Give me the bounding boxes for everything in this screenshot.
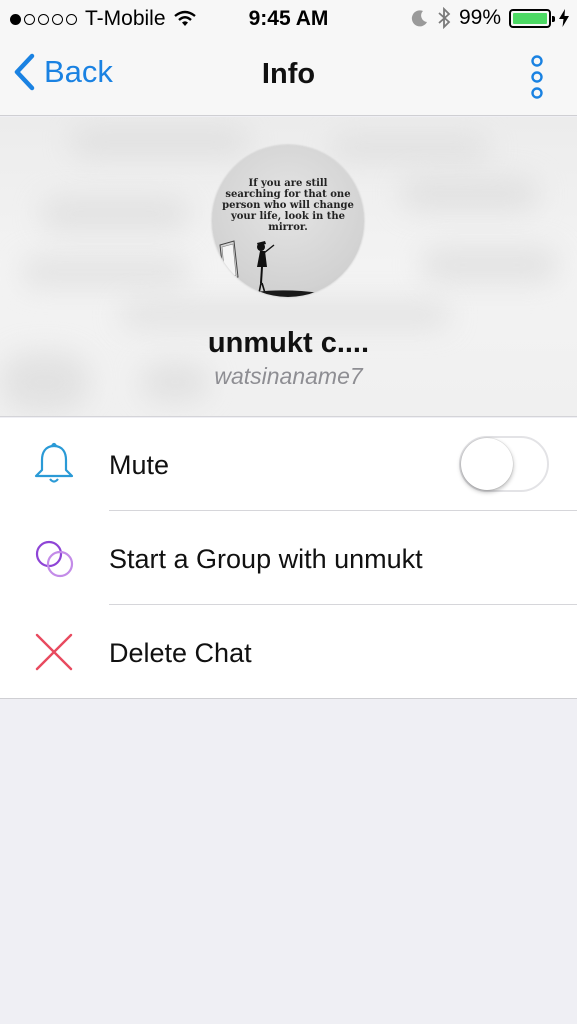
delete-chat-row[interactable]: Delete Chat <box>0 606 577 699</box>
profile-name: unmukt c.... <box>207 327 370 359</box>
delete-chat-label: Delete Chat <box>109 638 252 668</box>
screen: T-Mobile 9:45 AM 99% Back Info If you ar… <box>0 0 577 1024</box>
charging-bolt-icon <box>559 9 569 27</box>
battery-percent: 99% <box>458 6 501 29</box>
settings-list: Mute Start a Group with unmukt Delete Ch… <box>0 418 577 699</box>
profile-header: If you are still searching for that one … <box>0 117 577 417</box>
bluetooth-icon <box>438 7 451 29</box>
mute-row[interactable]: Mute <box>0 418 577 511</box>
mute-toggle[interactable] <box>459 436 549 492</box>
avatar[interactable]: If you are still searching for that one … <box>212 145 364 297</box>
avatar-quote: If you are still searching for that one … <box>222 178 354 233</box>
page-title: Info <box>261 58 316 90</box>
status-right: 99% <box>411 6 569 30</box>
start-group-row[interactable]: Start a Group with unmukt <box>0 512 577 605</box>
bell-icon <box>34 442 74 483</box>
delete-x-icon <box>35 633 73 671</box>
battery-icon <box>509 8 555 28</box>
group-circles-icon <box>35 540 74 578</box>
start-group-label: Start a Group with unmukt <box>109 544 423 574</box>
toggle-knob <box>461 438 513 490</box>
battery-fill <box>513 12 547 24</box>
navigation-bar: Back Info <box>0 36 577 116</box>
moon-icon <box>411 10 427 27</box>
mute-label: Mute <box>109 450 170 480</box>
profile-username: watsinaname7 <box>214 363 363 389</box>
divider <box>109 604 577 605</box>
divider <box>109 510 577 511</box>
vertical-dots-icon[interactable] <box>527 55 547 99</box>
status-bar: T-Mobile 9:45 AM 99% <box>0 0 577 36</box>
silhouette-image <box>219 240 320 297</box>
